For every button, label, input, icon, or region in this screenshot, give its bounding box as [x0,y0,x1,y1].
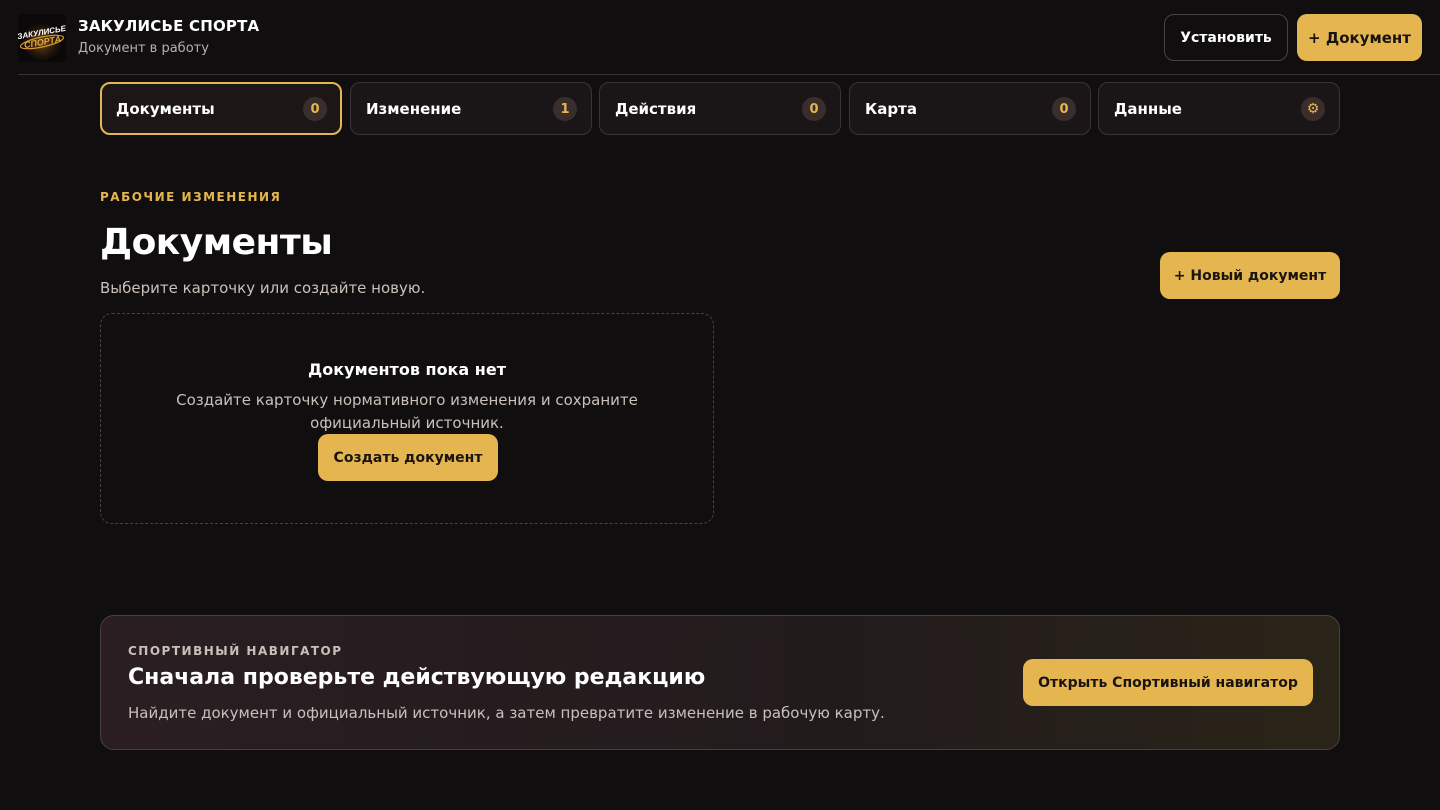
brand-logo[interactable]: ЗАКУЛИСЬЕ СПОРТА [18,14,66,62]
tab-label: Документы [116,100,215,118]
section-eyebrow: РАБОЧИЕ ИЗМЕНЕНИЯ [100,190,282,204]
brand-subtitle: Документ в работу [78,41,209,56]
tab-label: Данные [1114,100,1182,118]
create-document-button[interactable]: Создать документ [318,434,498,481]
install-button[interactable]: Установить [1164,14,1288,61]
brand-title: ЗАКУЛИСЬЕ СПОРТА [78,17,260,35]
gear-icon: ⚙ [1301,97,1325,121]
new-document-button[interactable]: + Новый документ [1160,252,1340,299]
empty-state-text: Создайте карточку нормативного изменения… [176,391,638,432]
tab-documents[interactable]: Документы 0 [100,82,342,135]
tab-data[interactable]: Данные ⚙ [1098,82,1340,135]
logo-emblem-icon: ЗАКУЛИСЬЕ СПОРТА [18,14,66,62]
sport-navigator-banner: СПОРТИВНЫЙ НАВИГАТОР Сначала проверьте д… [100,615,1340,750]
empty-state-title: Документов пока нет [308,360,506,379]
tab-label: Изменение [366,100,462,118]
tab-actions[interactable]: Действия 0 [599,82,841,135]
add-document-button[interactable]: + Документ [1297,14,1422,61]
tab-count-badge: 0 [1052,97,1076,121]
tab-label: Действия [615,100,697,118]
tab-count-badge: 0 [802,97,826,121]
tab-count-badge: 0 [303,97,327,121]
page-subtitle: Выберите карточку или создайте новую. [100,279,426,297]
navigator-text: Найдите документ и официальный источник,… [128,704,885,722]
tab-change[interactable]: Изменение 1 [350,82,592,135]
tab-label: Карта [865,100,917,118]
open-navigator-button[interactable]: Открыть Спортивный навигатор [1023,659,1313,706]
empty-state-card: Документов пока нет Создайте карточку но… [100,313,714,524]
navigator-title: Сначала проверьте действующую редакцию [128,665,706,690]
tab-count-badge: 1 [553,97,577,121]
tab-map[interactable]: Карта 0 [849,82,1091,135]
navigator-eyebrow: СПОРТИВНЫЙ НАВИГАТОР [128,644,343,658]
page-title: Документы [100,222,333,263]
